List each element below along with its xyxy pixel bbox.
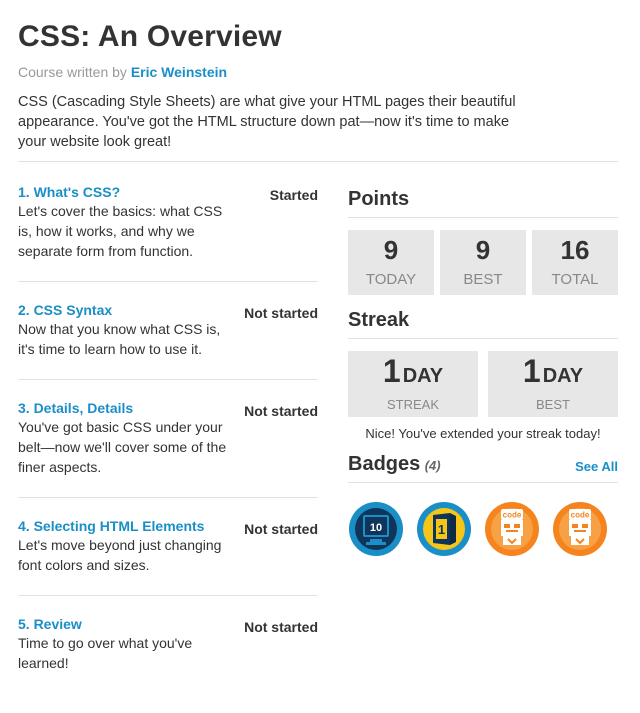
points-value: 9 bbox=[383, 235, 399, 265]
lesson-description: You've got basic CSS under your belt—now… bbox=[18, 419, 227, 475]
lesson-list: 1. What's CSS? Let's cover the basics: w… bbox=[18, 184, 318, 713]
lesson-status: Not started bbox=[244, 403, 318, 419]
badges-heading-group: Badges (4) bbox=[348, 453, 441, 476]
page-title: CSS: An Overview bbox=[18, 20, 282, 53]
author-link[interactable]: Eric Weinstein bbox=[131, 64, 227, 80]
points-label: BEST bbox=[463, 271, 503, 288]
lesson-description: Now that you know what CSS is, it's time… bbox=[18, 321, 221, 357]
divider bbox=[18, 161, 618, 162]
lesson-status: Not started bbox=[244, 521, 318, 537]
points-value: 16 bbox=[560, 235, 590, 265]
streak-value: 1 bbox=[382, 353, 401, 389]
streak-value-line: 1 DAY bbox=[348, 351, 478, 395]
lesson-description: Time to go over what you've learned! bbox=[18, 635, 193, 671]
badge-text: 1 bbox=[438, 522, 445, 537]
lesson-description: Let's cover the basics: what CSS is, how… bbox=[18, 203, 223, 259]
streak-row: 1 DAY STREAK 1 DAY BEST bbox=[348, 351, 618, 417]
streak-unit: DAY bbox=[402, 365, 444, 387]
streak-heading: Streak bbox=[348, 309, 618, 339]
lesson-status: Not started bbox=[244, 305, 318, 321]
ten-exercises-badge-icon[interactable]: 10 bbox=[348, 501, 404, 557]
points-heading: Points bbox=[348, 188, 618, 218]
stats-sidebar: Points 9 TODAY 9 BEST 16 TOTAL Streak 1D… bbox=[348, 188, 618, 557]
streak-unit: DAY bbox=[542, 365, 584, 387]
badges-header: Badges (4) See All bbox=[348, 453, 618, 483]
badges-heading: Badges bbox=[348, 453, 421, 475]
streak-current: 1 DAY STREAK bbox=[348, 351, 478, 417]
streak-label: BEST bbox=[536, 397, 570, 412]
badge-text: code bbox=[503, 511, 522, 520]
points-today: 9 TODAY bbox=[348, 230, 434, 295]
points-row: 9 TODAY 9 BEST 16 TOTAL bbox=[348, 230, 618, 295]
code-robot-badge-icon[interactable]: code bbox=[484, 501, 540, 557]
see-all-badges-link[interactable]: See All bbox=[575, 459, 618, 474]
points-label: TOTAL bbox=[551, 271, 599, 288]
points-total: 16 TOTAL bbox=[532, 230, 618, 295]
badge-text: 10 bbox=[370, 522, 382, 534]
byline-prefix: Course written by bbox=[18, 64, 127, 80]
points-value: 9 bbox=[475, 235, 491, 265]
badges-count: (4) bbox=[424, 458, 441, 473]
points-label: TODAY bbox=[365, 271, 417, 288]
lesson-description: Let's move beyond just changing font col… bbox=[18, 537, 222, 573]
lesson-item: 3. Details, Details You've got basic CSS… bbox=[18, 400, 318, 498]
lesson-item: 1. What's CSS? Let's cover the basics: w… bbox=[18, 184, 318, 282]
lesson-item: 2. CSS Syntax Now that you know what CSS… bbox=[18, 302, 318, 380]
course-byline: Course written by Eric Weinstein bbox=[18, 64, 227, 80]
points-best: 9 BEST bbox=[440, 230, 526, 295]
lesson-status: Not started bbox=[244, 619, 318, 635]
streak-message: Nice! You've extended your streak today! bbox=[365, 426, 601, 441]
badge-list: 10 1 code code bbox=[348, 501, 618, 557]
streak-value: 1 bbox=[522, 353, 541, 389]
streak-value-line: 1 DAY bbox=[488, 351, 618, 395]
lesson-item: 4. Selecting HTML Elements Let's move be… bbox=[18, 518, 318, 596]
first-lesson-badge-icon[interactable]: 1 bbox=[416, 501, 472, 557]
badge-text: code bbox=[571, 511, 590, 520]
streak-label: STREAK bbox=[386, 397, 439, 412]
course-description: CSS (Cascading Style Sheets) are what gi… bbox=[18, 94, 516, 150]
code-robot-badge-icon[interactable]: code bbox=[552, 501, 608, 557]
streak-best: 1 DAY BEST bbox=[488, 351, 618, 417]
lesson-item: 5. Review Time to go over what you've le… bbox=[18, 616, 318, 693]
lesson-status: Started bbox=[269, 187, 318, 203]
